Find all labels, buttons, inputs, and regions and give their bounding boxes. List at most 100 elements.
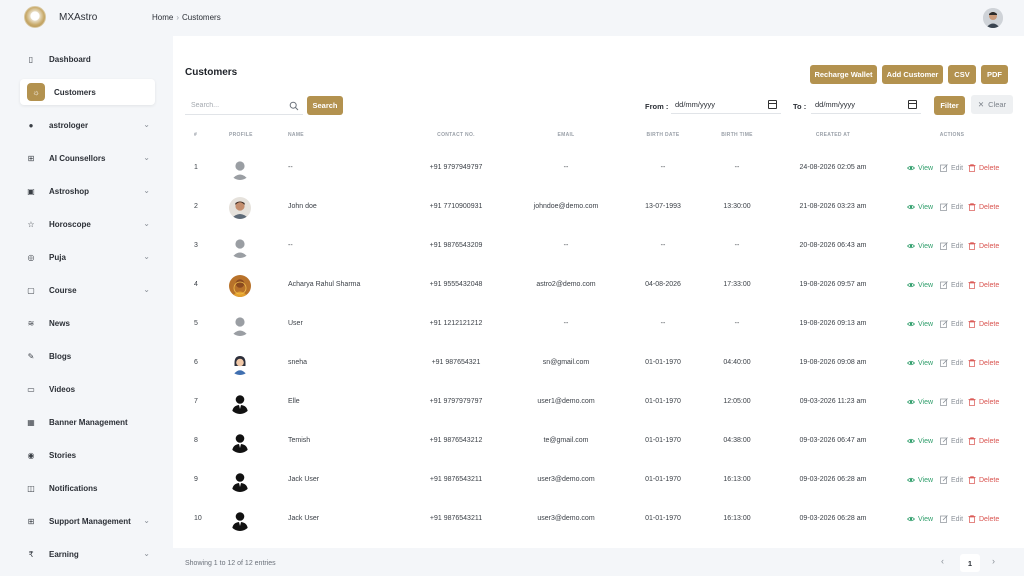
column-header-birth-time: Birth Time — [721, 132, 753, 138]
view-button[interactable]: View — [907, 320, 933, 328]
chevron-down-icon[interactable]: ⌄ — [143, 186, 150, 195]
birth-date: 01-01-1970 — [645, 398, 681, 405]
sidebar-item-customers[interactable]: ☼ Customers — [20, 79, 155, 105]
profile-avatar — [229, 353, 251, 375]
csv-export-button[interactable]: CSV — [948, 65, 976, 84]
chevron-down-icon[interactable]: ⌄ — [143, 153, 150, 162]
edit-button[interactable]: Edit — [940, 281, 963, 289]
birth-time: -- — [734, 320, 740, 327]
sidebar-item-banner-management[interactable]: ▦ Banner Management — [20, 409, 155, 435]
sidebar-item-news[interactable]: ≋ News — [20, 310, 155, 336]
delete-button[interactable]: Delete — [968, 203, 999, 211]
recharge-wallet-button[interactable]: Recharge Wallet — [810, 65, 877, 84]
sidebar-item-ai-counsellors[interactable]: ⊞ AI Counsellors ⌄ — [20, 145, 155, 171]
search-button[interactable]: Search — [307, 96, 343, 115]
sidebar-item-stories[interactable]: ◉ Stories — [20, 442, 155, 468]
birth-time: 16:13:00 — [723, 515, 751, 522]
breadcrumb-separator: › — [176, 13, 180, 22]
created-at: 20-08-2026 06:43 am — [799, 242, 867, 249]
chevron-down-icon[interactable]: ⌄ — [143, 549, 150, 558]
delete-button[interactable]: Delete — [968, 164, 999, 172]
view-button[interactable]: View — [907, 203, 933, 211]
edit-button[interactable]: Edit — [940, 437, 963, 445]
delete-button[interactable]: Delete — [968, 476, 999, 484]
view-button[interactable]: View — [907, 476, 933, 484]
column-header-birth-date: Birth Date — [646, 132, 680, 138]
delete-label: Delete — [979, 398, 1000, 406]
delete-button[interactable]: Delete — [968, 359, 999, 367]
edit-button[interactable]: Edit — [940, 164, 963, 172]
sidebar-item-earning[interactable]: ₹ Earning ⌄ — [20, 541, 155, 567]
view-button[interactable]: View — [907, 437, 933, 445]
breadcrumb-home[interactable]: Home — [152, 13, 173, 22]
delete-button[interactable]: Delete — [968, 242, 999, 250]
edit-button[interactable]: Edit — [940, 203, 963, 211]
edit-icon — [940, 437, 948, 445]
customer-name: Temish — [288, 437, 311, 444]
pdf-export-button[interactable]: PDF — [981, 65, 1008, 84]
delete-button[interactable]: Delete — [968, 398, 999, 406]
view-button[interactable]: View — [907, 515, 933, 523]
table-row: 9 Jack User +91 9876543211 user3@demo.com 01… — [173, 462, 1024, 501]
row-number: 8 — [194, 437, 198, 444]
profile-avatar — [229, 236, 251, 258]
delete-button[interactable]: Delete — [968, 281, 999, 289]
pagination-prev-button[interactable]: ‹ — [941, 556, 944, 566]
view-button[interactable]: View — [907, 359, 933, 367]
edit-button[interactable]: Edit — [940, 515, 963, 523]
sidebar-item-notifications[interactable]: ◫ Notifications — [20, 475, 155, 501]
sidebar-item-course[interactable]: ▢ Course ⌄ — [20, 277, 155, 303]
from-date-input[interactable]: dd/mm/yyyy — [671, 96, 781, 114]
search-input[interactable] — [185, 97, 303, 115]
view-label: View — [918, 320, 934, 328]
add-customer-button[interactable]: Add Customer — [882, 65, 943, 84]
delete-button[interactable]: Delete — [968, 437, 999, 445]
dashboard-icon: ▯ — [28, 54, 34, 64]
chevron-down-icon[interactable]: ⌄ — [143, 516, 150, 525]
edit-label: Edit — [951, 242, 964, 250]
edit-button[interactable]: Edit — [940, 476, 963, 484]
pagination-page-1[interactable]: 1 — [960, 554, 980, 572]
chevron-down-icon[interactable]: ⌄ — [143, 120, 150, 129]
view-button[interactable]: View — [907, 281, 933, 289]
pagination-next-button[interactable]: › — [992, 556, 995, 566]
calendar-icon[interactable] — [908, 100, 917, 109]
to-date-input[interactable]: dd/mm/yyyy — [811, 96, 921, 114]
search-icon[interactable] — [289, 101, 299, 111]
clear-button[interactable]: ✕ Clear — [971, 95, 1013, 114]
edit-button[interactable]: Edit — [940, 242, 963, 250]
sidebar-item-astrologer[interactable]: ● astrologer ⌄ — [20, 112, 155, 138]
chevron-down-icon[interactable]: ⌄ — [143, 285, 150, 294]
sidebar-item-puja[interactable]: ◎ Puja ⌄ — [20, 244, 155, 270]
brand-logo-icon[interactable] — [24, 6, 46, 28]
sidebar-item-astroshop[interactable]: ▣ Astroshop ⌄ — [20, 178, 155, 204]
edit-button[interactable]: Edit — [940, 398, 963, 406]
view-button[interactable]: View — [907, 398, 933, 406]
view-button[interactable]: View — [907, 242, 933, 250]
contact-number: +91 9876543211 — [429, 515, 483, 522]
delete-button[interactable]: Delete — [968, 515, 999, 523]
birth-time: 13:30:00 — [723, 203, 751, 210]
birth-date: -- — [660, 164, 666, 171]
filter-button[interactable]: Filter — [934, 96, 965, 115]
profile-avatar — [229, 275, 251, 297]
sidebar-item-videos[interactable]: ▭ Videos — [20, 376, 155, 402]
chevron-down-icon[interactable]: ⌄ — [143, 252, 150, 261]
edit-button[interactable]: Edit — [940, 359, 963, 367]
horoscope-icon: ☆ — [27, 219, 35, 229]
sidebar-item-blogs[interactable]: ✎ Blogs — [20, 343, 155, 369]
calendar-icon[interactable] — [768, 100, 777, 109]
user-avatar[interactable] — [983, 8, 1003, 28]
view-button[interactable]: View — [907, 164, 933, 172]
delete-button[interactable]: Delete — [968, 320, 999, 328]
email: -- — [563, 320, 569, 327]
course-icon: ▢ — [27, 285, 35, 295]
row-number: 1 — [194, 164, 198, 171]
chevron-down-icon[interactable]: ⌄ — [143, 219, 150, 228]
sidebar-item-dashboard[interactable]: ▯ Dashboard — [20, 46, 155, 72]
sidebar-item-support-management[interactable]: ⊞ Support Management ⌄ — [20, 508, 155, 534]
edit-button[interactable]: Edit — [940, 320, 963, 328]
sidebar-item-horoscope[interactable]: ☆ Horoscope ⌄ — [20, 211, 155, 237]
column-header-email: Email — [557, 132, 575, 138]
trash-icon — [968, 164, 976, 172]
